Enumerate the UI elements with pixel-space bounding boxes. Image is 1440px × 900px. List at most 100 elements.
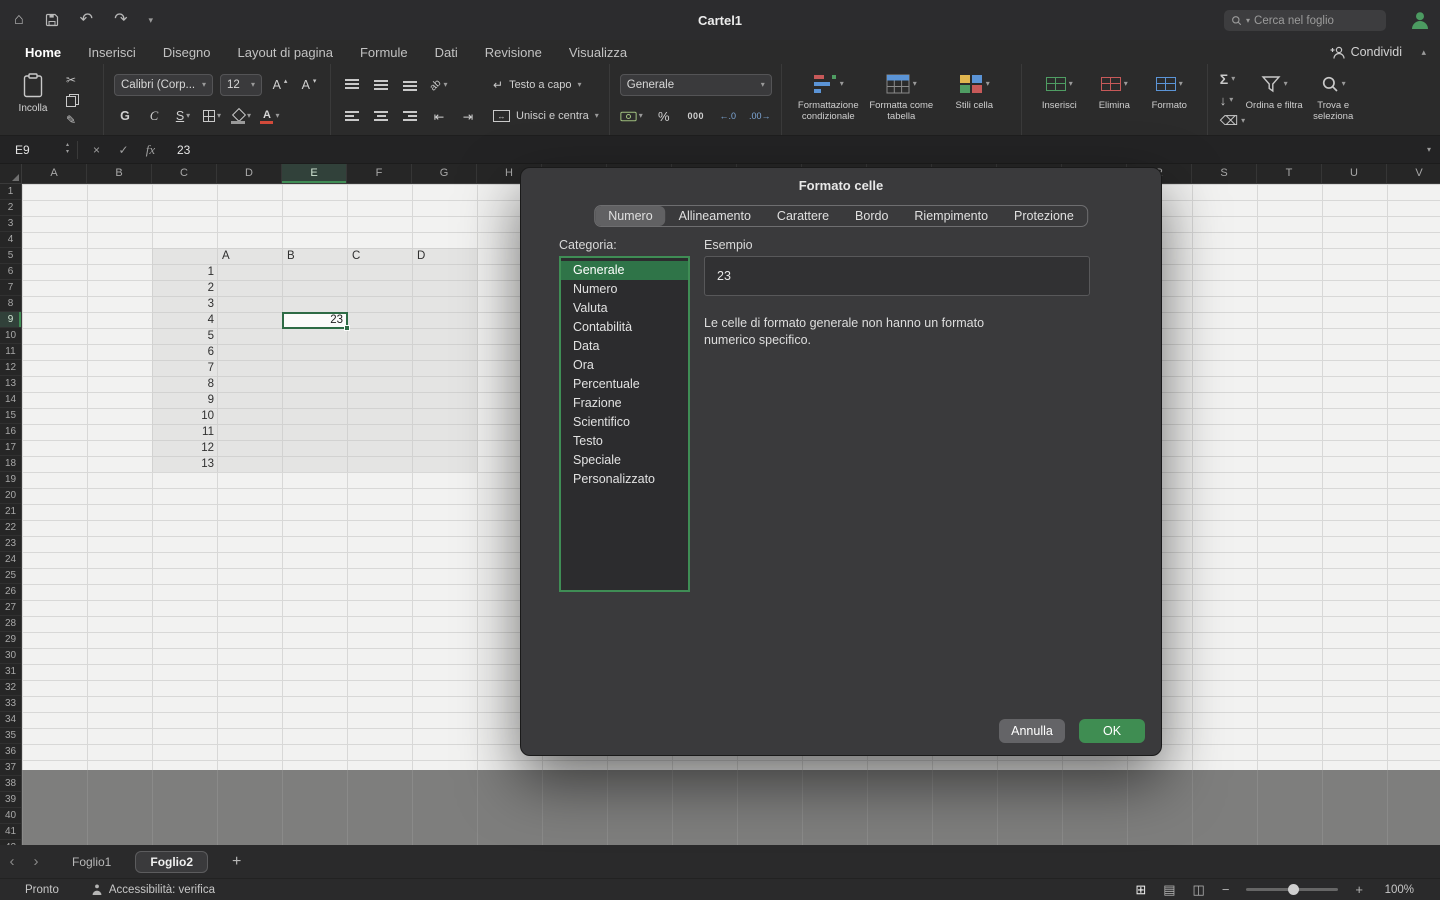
format-cells-button[interactable]: ▾ Formato	[1142, 64, 1197, 135]
ok-button[interactable]: OK	[1079, 719, 1145, 743]
search-input[interactable]	[1254, 15, 1379, 27]
dialog-tab-allineamento[interactable]: Allineamento	[666, 206, 764, 226]
formula-bar-expand-icon[interactable]: ▾	[1427, 145, 1431, 154]
merge-center-button[interactable]: ↔ Unisci e centra▾	[493, 103, 599, 129]
row-header-21[interactable]: 21	[0, 504, 21, 520]
table-number-cell[interactable]: 11	[152, 424, 214, 440]
row-header-15[interactable]: 15	[0, 408, 21, 424]
thousands-format-button[interactable]: 000	[685, 105, 707, 127]
undo-icon[interactable]: ↶	[80, 12, 93, 28]
zoom-out-button[interactable]: −	[1222, 883, 1230, 896]
formula-input[interactable]: 23	[164, 143, 1427, 157]
page-layout-view-icon[interactable]: ▤	[1163, 883, 1175, 896]
increase-decimal-button[interactable]: ←.0	[717, 105, 739, 127]
sheet-tab-foglio1[interactable]: Foglio1	[72, 855, 111, 869]
row-header-39[interactable]: 39	[0, 792, 21, 808]
row-header-34[interactable]: 34	[0, 712, 21, 728]
row-header-27[interactable]: 27	[0, 600, 21, 616]
row-header-22[interactable]: 22	[0, 520, 21, 536]
cancel-button[interactable]: Annulla	[999, 719, 1065, 743]
category-item-ora[interactable]: Ora	[561, 356, 688, 375]
autosum-button[interactable]: Σ▾	[1220, 70, 1245, 88]
insert-cells-button[interactable]: ▾ Inserisci	[1032, 64, 1087, 135]
delete-cells-button[interactable]: ▾ Elimina	[1087, 64, 1142, 135]
column-header-E[interactable]: E	[282, 164, 347, 183]
column-header-G[interactable]: G	[412, 164, 477, 183]
column-header-D[interactable]: D	[217, 164, 282, 183]
row-header-18[interactable]: 18	[0, 456, 21, 472]
row-header-10[interactable]: 10	[0, 328, 21, 344]
category-item-frazione[interactable]: Frazione	[561, 394, 688, 413]
decrease-decimal-button[interactable]: .00→	[749, 105, 771, 127]
row-header-1[interactable]: 1	[0, 184, 21, 200]
row-header-19[interactable]: 19	[0, 472, 21, 488]
zoom-in-button[interactable]: +	[1355, 883, 1363, 896]
category-item-valuta[interactable]: Valuta	[561, 299, 688, 318]
currency-format-button[interactable]: ▾	[620, 105, 643, 127]
fill-color-button[interactable]: ▾	[230, 105, 252, 127]
zoom-slider-thumb[interactable]	[1288, 884, 1299, 895]
table-number-cell[interactable]: 5	[152, 328, 214, 344]
selected-cell[interactable]: 23	[282, 312, 348, 329]
column-header-C[interactable]: C	[152, 164, 217, 183]
wrap-text-button[interactable]: ↵ Testo a capo▾	[493, 72, 599, 98]
orientation-button[interactable]: ab▾	[428, 74, 450, 96]
category-item-percentuale[interactable]: Percentuale	[561, 375, 688, 394]
row-header-14[interactable]: 14	[0, 392, 21, 408]
home-icon[interactable]: ⌂	[14, 12, 24, 28]
table-number-cell[interactable]: 12	[152, 440, 214, 456]
sort-filter-button[interactable]: ▾ Ordina e filtra	[1245, 64, 1303, 135]
dialog-tab-bordo[interactable]: Bordo	[842, 206, 901, 226]
row-header-41[interactable]: 41	[0, 824, 21, 840]
table-number-cell[interactable]: 10	[152, 408, 214, 424]
row-header-16[interactable]: 16	[0, 424, 21, 440]
table-number-cell[interactable]: 1	[152, 264, 214, 280]
row-header-38[interactable]: 38	[0, 776, 21, 792]
align-middle-button[interactable]	[370, 74, 392, 96]
select-all-corner[interactable]	[0, 164, 22, 184]
row-header-40[interactable]: 40	[0, 808, 21, 824]
redo-icon[interactable]: ↷	[114, 12, 127, 28]
row-header-28[interactable]: 28	[0, 616, 21, 632]
font-color-button[interactable]: A▾	[259, 105, 281, 127]
align-left-button[interactable]	[341, 105, 363, 127]
row-header-20[interactable]: 20	[0, 488, 21, 504]
zoom-slider[interactable]	[1246, 888, 1338, 891]
row-header-12[interactable]: 12	[0, 360, 21, 376]
row-header-36[interactable]: 36	[0, 744, 21, 760]
save-icon[interactable]	[45, 13, 59, 27]
align-center-button[interactable]	[370, 105, 392, 127]
align-right-button[interactable]	[399, 105, 421, 127]
row-header-33[interactable]: 33	[0, 696, 21, 712]
table-number-cell[interactable]: 8	[152, 376, 214, 392]
font-name-select[interactable]: Calibri (Corp...▾	[114, 74, 213, 96]
zoom-value[interactable]: 100%	[1380, 884, 1414, 896]
row-header-26[interactable]: 26	[0, 584, 21, 600]
row-header-25[interactable]: 25	[0, 568, 21, 584]
add-sheet-button[interactable]: +	[232, 853, 241, 871]
increase-font-size-button[interactable]: A▴	[269, 74, 291, 96]
next-sheet-icon[interactable]: ›	[24, 853, 48, 870]
font-size-select[interactable]: 12▾	[220, 74, 262, 96]
italic-button[interactable]: C	[143, 105, 165, 127]
dialog-tab-protezione[interactable]: Protezione	[1001, 206, 1087, 226]
cancel-entry-icon[interactable]: ×	[83, 143, 110, 157]
row-header-9[interactable]: 9	[0, 312, 21, 328]
table-number-cell[interactable]: 9	[152, 392, 214, 408]
category-item-scientifico[interactable]: Scientifico	[561, 413, 688, 432]
column-header-S[interactable]: S	[1192, 164, 1257, 183]
row-header-29[interactable]: 29	[0, 632, 21, 648]
table-header-cell[interactable]: D	[417, 248, 425, 264]
row-header-35[interactable]: 35	[0, 728, 21, 744]
number-format-select[interactable]: Generale▾	[620, 74, 772, 96]
conditional-formatting-button[interactable]: ▾ Formattazione condizionale	[792, 64, 865, 135]
table-number-cell[interactable]: 13	[152, 456, 214, 472]
collapse-ribbon-icon[interactable]: ▴	[1421, 47, 1426, 58]
row-header-3[interactable]: 3	[0, 216, 21, 232]
category-item-generale[interactable]: Generale	[561, 261, 688, 280]
column-header-U[interactable]: U	[1322, 164, 1387, 183]
row-header-11[interactable]: 11	[0, 344, 21, 360]
row-header-17[interactable]: 17	[0, 440, 21, 456]
paste-button[interactable]: Incolla	[10, 64, 56, 135]
sheet-tab-foglio2[interactable]: Foglio2	[135, 851, 208, 873]
